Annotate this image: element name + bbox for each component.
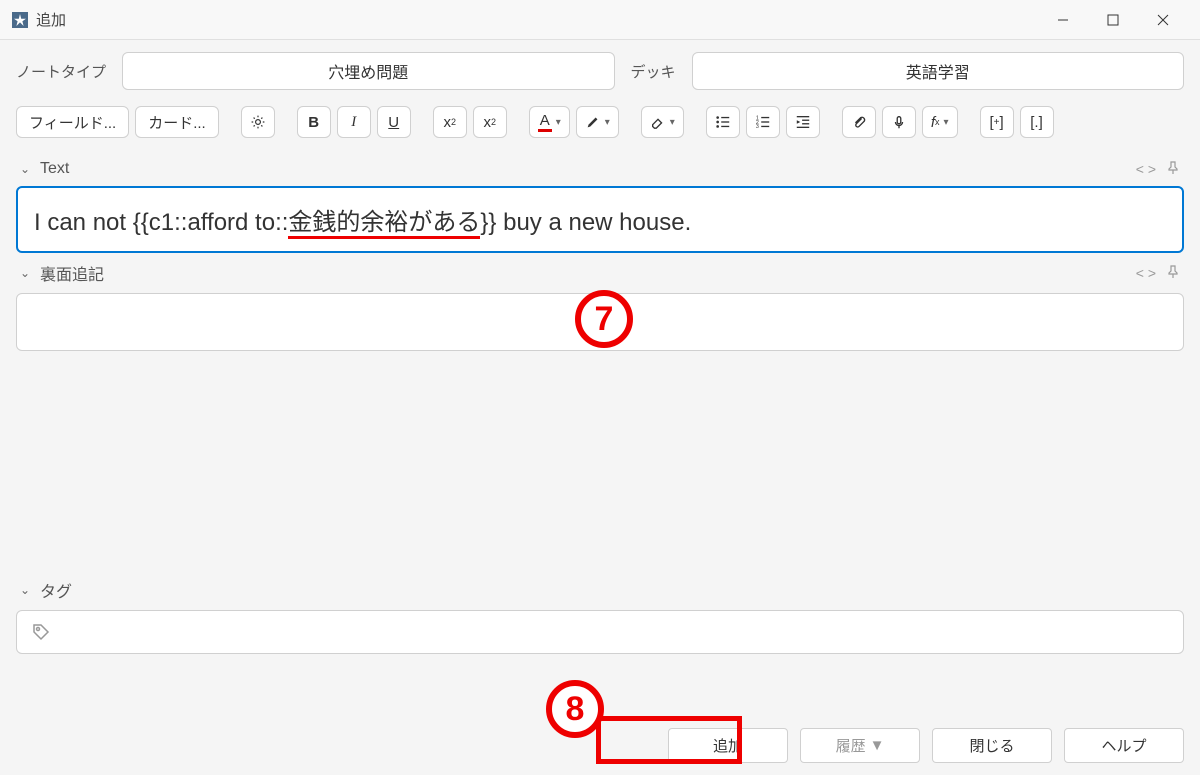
cards-button[interactable]: カード... [135,106,219,138]
tag-icon [31,622,51,642]
fields-button[interactable]: フィールド... [16,106,129,138]
collapse-text-icon[interactable]: ⌄ [20,162,34,176]
bold-button[interactable]: B [297,106,331,138]
text-field-label: Text [40,160,69,178]
app-icon [12,12,28,28]
annotation-8: 8 [546,680,604,738]
html-toggle-icon-2[interactable]: < > [1136,265,1156,281]
collapse-tag-icon[interactable]: ⌄ [20,583,34,597]
italic-button[interactable]: I [337,106,371,138]
text-field-header: ⌄ Text < > [16,152,1184,186]
pin-icon-2[interactable] [1166,265,1180,282]
tag-label: タグ [40,578,72,602]
cloze-new-button[interactable]: [+] [980,106,1014,138]
superscript-button[interactable]: x2 [433,106,467,138]
back-field-header: ⌄ 裏面追記 < > [16,253,1184,293]
history-button[interactable]: 履歴▼ [800,728,920,763]
annotation-7: 7 [575,290,633,348]
help-button[interactable]: ヘルプ [1064,728,1184,763]
tag-section: ⌄ タグ [16,570,1184,654]
cloze-same-button[interactable]: [.] [1020,106,1054,138]
equation-button[interactable]: fx▾ [922,106,958,138]
note-type-label: ノートタイプ [16,61,106,82]
back-field-label: 裏面追記 [40,261,104,285]
collapse-back-icon[interactable]: ⌄ [20,266,34,280]
record-audio-button[interactable] [882,106,916,138]
underline-button[interactable]: U [377,106,411,138]
deck-selector[interactable]: 英語学習 [692,52,1184,90]
close-button[interactable]: 閉じる [932,728,1052,763]
tag-input[interactable] [16,610,1184,654]
indent-button[interactable] [786,106,820,138]
tag-header: ⌄ タグ [16,570,1184,610]
footer-buttons: 追加 履歴▼ 閉じる ヘルプ [668,728,1184,763]
subscript-button[interactable]: x2 [473,106,507,138]
close-window-button[interactable] [1138,0,1188,40]
maximize-button[interactable] [1088,0,1138,40]
deck-label: デッキ [631,61,676,82]
settings-button[interactable] [241,106,275,138]
ordered-list-button[interactable]: 123 [746,106,780,138]
unordered-list-button[interactable] [706,106,740,138]
html-toggle-icon[interactable]: < > [1136,161,1156,177]
text-field-input[interactable]: I can not {{c1::afford to::金銭的余裕がある}} bu… [16,186,1184,253]
note-type-selector[interactable]: 穴埋め問題 [122,52,614,90]
highlight-button[interactable]: ▾ [576,106,619,138]
svg-text:3: 3 [756,124,759,130]
titlebar: 追加 [0,0,1200,40]
pin-icon[interactable] [1166,161,1180,178]
minimize-button[interactable] [1038,0,1088,40]
attach-button[interactable] [842,106,876,138]
eraser-button[interactable]: ▾ [641,106,684,138]
note-deck-row: ノートタイプ 穴埋め問題 デッキ 英語学習 [0,40,1200,102]
add-button[interactable]: 追加 [668,728,788,763]
window-title: 追加 [36,9,66,30]
text-color-button[interactable]: A▾ [529,106,570,138]
editor-toolbar: フィールド... カード... B I U x2 x2 A▾ ▾ ▾ 123 f… [0,102,1200,148]
